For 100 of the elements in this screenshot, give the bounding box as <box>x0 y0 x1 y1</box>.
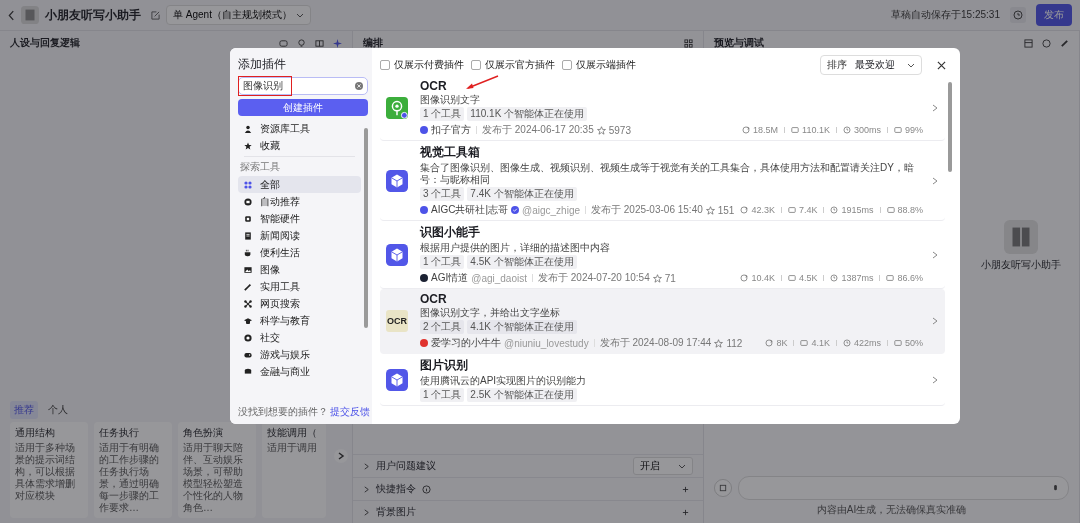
chevron-icon[interactable] <box>363 485 370 493</box>
chevron-icon[interactable] <box>363 508 370 516</box>
back-icon[interactable] <box>8 9 15 21</box>
sparkle-icon[interactable] <box>333 38 342 48</box>
category-item[interactable]: 自动推荐 <box>238 193 361 210</box>
message-icon <box>886 206 895 214</box>
chevron-icon[interactable] <box>931 104 939 112</box>
plugin-name: 识图小能手 <box>420 224 480 241</box>
cube-icon <box>386 368 408 391</box>
app-title: 小朋友听写小助手 <box>45 6 141 24</box>
category-item[interactable]: 社交 <box>238 329 361 346</box>
chevron-icon[interactable] <box>931 317 939 325</box>
checkbox[interactable] <box>562 60 572 70</box>
plugin-tag: 3 个工具 <box>420 187 465 201</box>
nav-item[interactable]: 收藏 <box>238 137 361 154</box>
plugin-stat: 1915ms <box>841 205 874 215</box>
book-icon <box>21 6 39 24</box>
category-item[interactable]: 智能硬件 <box>238 210 361 227</box>
plugin-tag: 2.5K 个智能体正在使用 <box>467 388 577 402</box>
plugin-description: 图像识别文字，并给出文字坐标 <box>420 307 561 319</box>
message-input[interactable] <box>738 476 1069 500</box>
plugin-item[interactable]: OCR OCR 图像识别文字，并给出文字坐标 2 个工具 4.1K 个智能体正在使用 爱学习的小牛牛 @niuniu_lovestudy 发布于 2024-08-09 17:44 112 8K 4.1K 422ms 50% <box>380 289 945 354</box>
person-icon <box>244 124 252 133</box>
plugin-stat: 10.4K <box>751 273 775 283</box>
publish-date: 发布于 2024-08-09 17:44 <box>599 336 712 350</box>
category-item[interactable]: 金融与商业 <box>238 363 361 380</box>
star-icon <box>652 273 662 283</box>
template-card[interactable]: 通用结构 适用于多种场景的提示词结构，可以根据具体需求增删对应模块 <box>10 422 88 518</box>
plugin-description: 集合了图像识别、图像生成、视频识别、视频生成等于视觉有关的工具集合，具体使用方法和配置请关注DY，暗号：与昵称相同 <box>420 162 915 186</box>
sort-dropdown[interactable]: 排序 最受欢迎 <box>820 55 922 75</box>
clear-icon[interactable] <box>355 82 363 90</box>
template-card[interactable]: 角色扮演 适用于聊天陪伴、互动娱乐场景，可帮助模型轻松塑造个性化的人物角色… <box>178 422 256 518</box>
layout-icon[interactable] <box>1024 38 1033 48</box>
category-item[interactable]: 科学与教育 <box>238 312 361 329</box>
author-handle: @agi_daoist <box>471 272 527 284</box>
caret-icon <box>295 12 304 18</box>
template-card[interactable]: 技能调用（ 适用于调用 <box>262 422 326 518</box>
clock-icon <box>842 339 851 347</box>
author-name: AIGC共研社|志哥 <box>431 203 509 217</box>
chevron-icon[interactable] <box>931 375 939 384</box>
plugin-description: 使用腾讯云的API实现图片的识别能力 <box>420 375 588 387</box>
plugin-tag: 1 个工具 <box>420 107 465 121</box>
panel-icon[interactable] <box>315 38 324 48</box>
category-item[interactable]: 实用工具 <box>238 278 361 295</box>
chip-icon <box>244 214 252 223</box>
plugin-tag: 7.4K 个智能体正在使用 <box>467 187 577 201</box>
close-icon[interactable] <box>937 60 946 70</box>
filter-label: 仅展示官方插件 <box>485 58 555 72</box>
microphone-icon[interactable] <box>1051 483 1060 493</box>
nav-item[interactable]: 资源库工具 <box>238 120 361 137</box>
checkbox[interactable] <box>471 60 481 70</box>
search-field[interactable]: 图像识别 <box>238 77 368 95</box>
plugin-tag: 4.5K 个智能体正在使用 <box>467 255 577 269</box>
edit-icon[interactable] <box>151 10 160 20</box>
autosave-status: 草稿自动保存于15:25:31 <box>891 8 1000 22</box>
publish-date: 发布于 2024-07-20 10:54 <box>538 271 650 285</box>
history-icon[interactable] <box>1010 7 1026 23</box>
plugin-item[interactable]: OCR 图像识别文字 1 个工具 110.1K 个智能体正在使用 扣子官方 发布于 2024-06-17 20:35 5973 18.5M 110.1K 300ms 99% <box>380 76 945 141</box>
plugin-item[interactable]: 视觉工具箱 集合了图像识别、图像生成、视频识别、视频生成等于视觉有关的工具集合，具体使用方法和配置请关注DY，暗号：与昵称相同 3 个工具 7.4K 个智能体正在使用 AIGC共研社|志哥 @aigc_zhige 发布于 2025-03-06 15:40 151 42.3K 7.4K 1915ms 88.8% <box>380 141 945 221</box>
category-item[interactable]: 全部 <box>238 176 361 193</box>
star-count: 151 <box>717 204 735 216</box>
chevron-icon[interactable] <box>363 462 370 470</box>
setting-select[interactable]: 开启 <box>633 457 693 475</box>
add-icon[interactable] <box>682 485 689 493</box>
info-icon[interactable] <box>422 484 431 494</box>
feedback-link[interactable]: 提交反馈 <box>330 405 370 419</box>
bulb-icon[interactable] <box>297 38 306 48</box>
setting-label: 快捷指令 <box>376 482 416 496</box>
graduation-cap-icon <box>244 316 252 325</box>
template-tab[interactable]: 个人 <box>44 401 72 419</box>
star-count: 112 <box>726 337 743 349</box>
publish-button[interactable]: 发布 <box>1036 4 1072 26</box>
plugin-stat: 8K <box>776 338 788 348</box>
mode-dropdown[interactable]: 单 Agent（自主规划模式） <box>166 5 311 25</box>
create-plugin-button[interactable]: 创建插件 <box>238 99 368 116</box>
checkbox[interactable] <box>380 60 390 70</box>
plugin-name: OCR <box>420 79 447 93</box>
category-item[interactable]: 游戏与娱乐 <box>238 346 361 363</box>
plugin-item[interactable]: 图片识别 使用腾讯云的API实现图片的识别能力 1 个工具 2.5K 个智能体正在使用 <box>380 354 945 406</box>
category-item[interactable]: 网页搜索 <box>238 295 361 312</box>
plugin-name: 视觉工具箱 <box>420 144 480 161</box>
chevron-icon[interactable] <box>931 176 939 185</box>
setting-label: 背景图片 <box>376 505 416 519</box>
next-button[interactable] <box>334 449 348 463</box>
add-icon[interactable] <box>682 508 689 516</box>
plugin-stat: 50% <box>905 338 923 348</box>
column-title: 预览与调试 <box>714 36 764 50</box>
author-name: 扣子官方 <box>431 123 471 137</box>
message-icon <box>894 339 902 347</box>
plugin-name: 图片识别 <box>420 357 468 374</box>
plugin-stat: 4.5K <box>798 273 818 283</box>
category-item[interactable]: 新闻阅读 <box>238 227 361 244</box>
category-item[interactable]: 图像 <box>238 261 361 278</box>
plugin-stat: 110.1K <box>802 125 830 135</box>
grid-icon[interactable] <box>684 38 693 48</box>
cube-icon <box>386 243 408 266</box>
category-item[interactable]: 便利生活 <box>238 244 361 261</box>
help-text: 没找到想要的插件？ <box>238 405 328 419</box>
highlight-box <box>238 76 292 96</box>
chevron-icon[interactable] <box>931 250 939 259</box>
